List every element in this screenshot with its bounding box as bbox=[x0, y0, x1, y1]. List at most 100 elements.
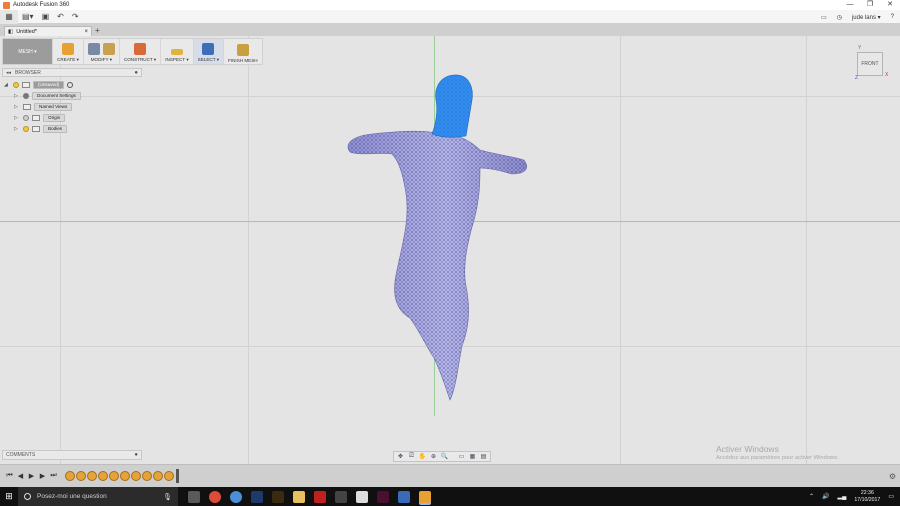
visibility-bulb-icon[interactable] bbox=[13, 81, 19, 88]
comments-panel[interactable]: COMMENTS ● bbox=[2, 450, 142, 460]
go-to-end-icon[interactable]: ⏭ bbox=[48, 472, 59, 480]
expand-caret-icon[interactable]: ◢ bbox=[4, 82, 10, 88]
go-to-start-icon[interactable]: ⏮ bbox=[4, 472, 15, 480]
netflix-icon[interactable] bbox=[314, 490, 326, 503]
document-tab[interactable]: ◧ Untitled* × bbox=[4, 26, 92, 36]
tree-item-bodies[interactable]: ▷ Bodies bbox=[4, 123, 104, 134]
expand-caret-icon[interactable]: ▷ bbox=[14, 93, 20, 99]
step-forward-icon[interactable]: ▶ bbox=[37, 472, 48, 480]
document-tab-bar: ◧ Untitled* × + bbox=[0, 24, 900, 36]
task-view-icon[interactable] bbox=[188, 490, 200, 503]
viewcube[interactable]: FRONT bbox=[857, 52, 883, 76]
timeline-feature-icon[interactable] bbox=[98, 471, 108, 481]
watermark-title: Activer Windows bbox=[716, 444, 779, 454]
taskbar-clock[interactable]: 22:36 17/10/2017 bbox=[854, 490, 880, 503]
data-panel-grid-icon[interactable]: ▦ bbox=[0, 9, 18, 24]
system-tray: ⌃ 🔊 ▂▄ 22:36 17/10/2017 ▭ bbox=[809, 487, 894, 506]
timeline-feature-icon[interactable] bbox=[109, 471, 119, 481]
inspect-menu[interactable]: INSPECT ▾ bbox=[160, 39, 192, 64]
new-tab-button[interactable]: + bbox=[95, 26, 100, 36]
modify-secondary-icon bbox=[102, 43, 115, 55]
store-icon[interactable] bbox=[335, 490, 347, 503]
quick-access-bar: ▦ ▤▾ ▣ ↶ ↷ ▭ ◷ jude lans ▾ ? bbox=[0, 9, 900, 24]
pan-icon[interactable]: ✋ bbox=[418, 453, 427, 460]
folder-icon bbox=[23, 103, 31, 110]
help-icon[interactable]: ? bbox=[891, 14, 894, 20]
tree-item-root[interactable]: ◢ (Unsaved) bbox=[4, 79, 104, 90]
step-back-icon[interactable]: ◀ bbox=[15, 472, 26, 480]
timeline-settings-gear-icon[interactable]: ⚙ bbox=[889, 472, 896, 481]
grid-settings-icon[interactable]: ▦ bbox=[468, 453, 477, 460]
volume-icon[interactable]: 🔊 bbox=[822, 493, 829, 500]
fusion-logo-icon bbox=[3, 1, 10, 9]
fit-icon[interactable]: 🔍 bbox=[440, 453, 449, 460]
construct-menu[interactable]: CONSTRUCT ▾ bbox=[118, 39, 160, 64]
zoom-icon[interactable]: ⊕ bbox=[429, 453, 438, 460]
photoshop-icon[interactable] bbox=[251, 490, 263, 503]
job-status-icon[interactable]: ▭ bbox=[821, 14, 827, 21]
fusion-360-taskbar-icon[interactable] bbox=[419, 490, 431, 503]
collapse-icon[interactable]: ◂◂ bbox=[6, 70, 11, 76]
watermark-subtitle: Accédez aux paramètres pour activer Wind… bbox=[716, 455, 839, 461]
redo-icon[interactable]: ↷ bbox=[68, 10, 83, 24]
visibility-bulb-icon[interactable] bbox=[23, 114, 29, 121]
illustrator-icon[interactable] bbox=[272, 490, 284, 503]
mesh-body-model[interactable] bbox=[330, 70, 550, 415]
activate-radio-icon[interactable] bbox=[67, 81, 74, 88]
timeline-feature-icon[interactable] bbox=[142, 471, 152, 481]
visibility-bulb-icon[interactable] bbox=[23, 125, 29, 132]
taskbar-search[interactable]: Posez-moi une question 🎙 bbox=[18, 487, 178, 506]
timeline-feature-icon[interactable] bbox=[76, 471, 86, 481]
viewports-icon[interactable]: ▤ bbox=[479, 453, 488, 460]
timeline-feature-icon[interactable] bbox=[131, 471, 141, 481]
timeline-feature-icon[interactable] bbox=[120, 471, 130, 481]
clock-icon[interactable]: ◷ bbox=[837, 14, 842, 21]
windows-start-icon[interactable]: ⊞ bbox=[0, 487, 18, 506]
create-menu[interactable]: CREATE ▾ bbox=[52, 39, 83, 64]
undo-icon[interactable]: ↶ bbox=[53, 10, 68, 24]
look-at-icon[interactable]: ⎚ bbox=[407, 453, 416, 460]
expand-caret-icon[interactable]: ▷ bbox=[14, 126, 20, 132]
display-settings-icon[interactable]: ▭ bbox=[457, 453, 466, 460]
timeline-feature-icon[interactable] bbox=[164, 471, 174, 481]
app-icon[interactable] bbox=[398, 490, 410, 503]
orbit-icon[interactable]: ✥ bbox=[396, 453, 405, 460]
tree-item-named-views[interactable]: ▷ Named Views bbox=[4, 101, 104, 112]
cortana-icon bbox=[24, 493, 31, 500]
timeline-feature-icon[interactable] bbox=[153, 471, 163, 481]
save-icon[interactable]: ▣ bbox=[38, 10, 54, 24]
close-button[interactable]: ✕ bbox=[880, 0, 900, 10]
expand-caret-icon[interactable]: ▷ bbox=[14, 104, 20, 110]
expand-caret-icon[interactable]: ▷ bbox=[14, 115, 20, 121]
tree-item-origin[interactable]: ▷ Origin bbox=[4, 112, 104, 123]
timeline-feature-icon[interactable] bbox=[87, 471, 97, 481]
workspace-switcher[interactable]: MESH ▾ bbox=[3, 39, 52, 64]
browser-icon[interactable] bbox=[230, 490, 242, 503]
timeline-marker[interactable] bbox=[176, 469, 179, 483]
document-icon: ◧ bbox=[8, 28, 14, 35]
close-tab-icon[interactable]: × bbox=[84, 29, 88, 35]
modify-menu[interactable]: MODIFY ▾ bbox=[82, 39, 119, 64]
timeline-feature-icon[interactable] bbox=[65, 471, 75, 481]
browser-panel-header[interactable]: ◂◂ BROWSER ● bbox=[2, 68, 142, 77]
microphone-icon[interactable]: 🎙 bbox=[163, 493, 172, 501]
maximize-button[interactable]: ❐ bbox=[860, 0, 880, 10]
play-icon[interactable]: ▶ bbox=[26, 472, 37, 480]
indesign-icon[interactable] bbox=[377, 490, 389, 503]
pin-icon[interactable]: ● bbox=[134, 70, 138, 76]
file-menu-icon[interactable]: ▤▾ bbox=[18, 10, 38, 24]
grid-line bbox=[806, 36, 807, 464]
mesh-head-wireframe bbox=[432, 74, 473, 138]
chrome-icon[interactable] bbox=[209, 490, 221, 503]
notifications-icon[interactable]: ▭ bbox=[888, 493, 894, 500]
select-menu[interactable]: SELECT ▾ bbox=[192, 39, 224, 64]
tray-chevron-icon[interactable]: ⌃ bbox=[809, 493, 814, 500]
network-icon[interactable]: ▂▄ bbox=[837, 493, 846, 500]
add-comment-icon[interactable]: ● bbox=[134, 452, 138, 458]
file-explorer-icon[interactable] bbox=[293, 490, 305, 503]
tree-item-document-settings[interactable]: ▷ Document Settings bbox=[4, 90, 104, 101]
finish-mesh-button[interactable]: FINISH MESH bbox=[223, 39, 262, 64]
user-menu[interactable]: jude lans ▾ bbox=[852, 14, 881, 21]
mail-icon[interactable] bbox=[356, 490, 368, 503]
minimize-button[interactable]: — bbox=[840, 0, 860, 10]
